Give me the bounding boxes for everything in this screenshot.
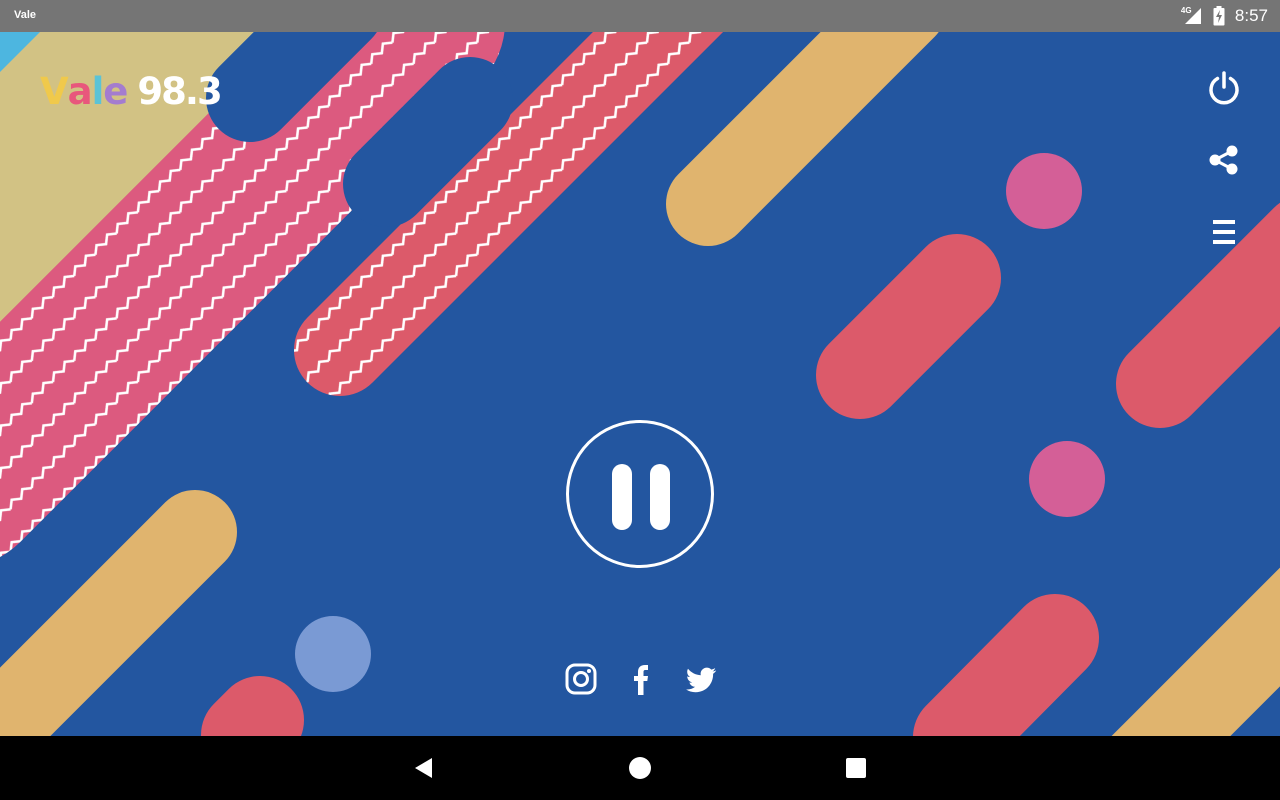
logo-letter: l bbox=[91, 70, 105, 113]
status-bar: Vale 4G 8:57 bbox=[0, 0, 1280, 32]
home-icon[interactable] bbox=[628, 756, 652, 780]
pause-icon-bar bbox=[612, 464, 632, 530]
signal-icon: 4G bbox=[1181, 6, 1203, 26]
instagram-icon[interactable] bbox=[564, 662, 598, 696]
battery-charging-icon bbox=[1213, 6, 1225, 26]
pause-icon-bar bbox=[650, 464, 670, 530]
status-app-name: Vale bbox=[14, 9, 37, 21]
status-time: 8:57 bbox=[1234, 6, 1268, 25]
facebook-icon[interactable] bbox=[624, 662, 658, 696]
logo-frequency: 98.3 bbox=[137, 70, 222, 113]
power-icon[interactable] bbox=[1206, 70, 1242, 106]
pause-button[interactable] bbox=[566, 420, 714, 568]
navigation-bar bbox=[0, 736, 1280, 800]
logo-letter: V bbox=[40, 70, 69, 113]
logo-letter: e bbox=[103, 70, 128, 113]
top-actions bbox=[1206, 70, 1242, 286]
background-artwork bbox=[0, 32, 1280, 736]
logo-letter: a bbox=[67, 70, 93, 113]
logo-word: Vale bbox=[40, 70, 128, 113]
recents-icon[interactable] bbox=[844, 756, 868, 780]
status-indicators: 4G 8:57 bbox=[1181, 0, 1268, 32]
player-screen: Vale 98.3 bbox=[0, 32, 1280, 736]
menu-icon[interactable] bbox=[1206, 214, 1242, 250]
station-logo: Vale 98.3 bbox=[40, 70, 223, 114]
social-links bbox=[564, 662, 718, 696]
twitter-icon[interactable] bbox=[684, 662, 718, 696]
share-icon[interactable] bbox=[1206, 142, 1242, 178]
back-icon[interactable] bbox=[412, 756, 436, 780]
network-type: 4G bbox=[1180, 6, 1192, 15]
